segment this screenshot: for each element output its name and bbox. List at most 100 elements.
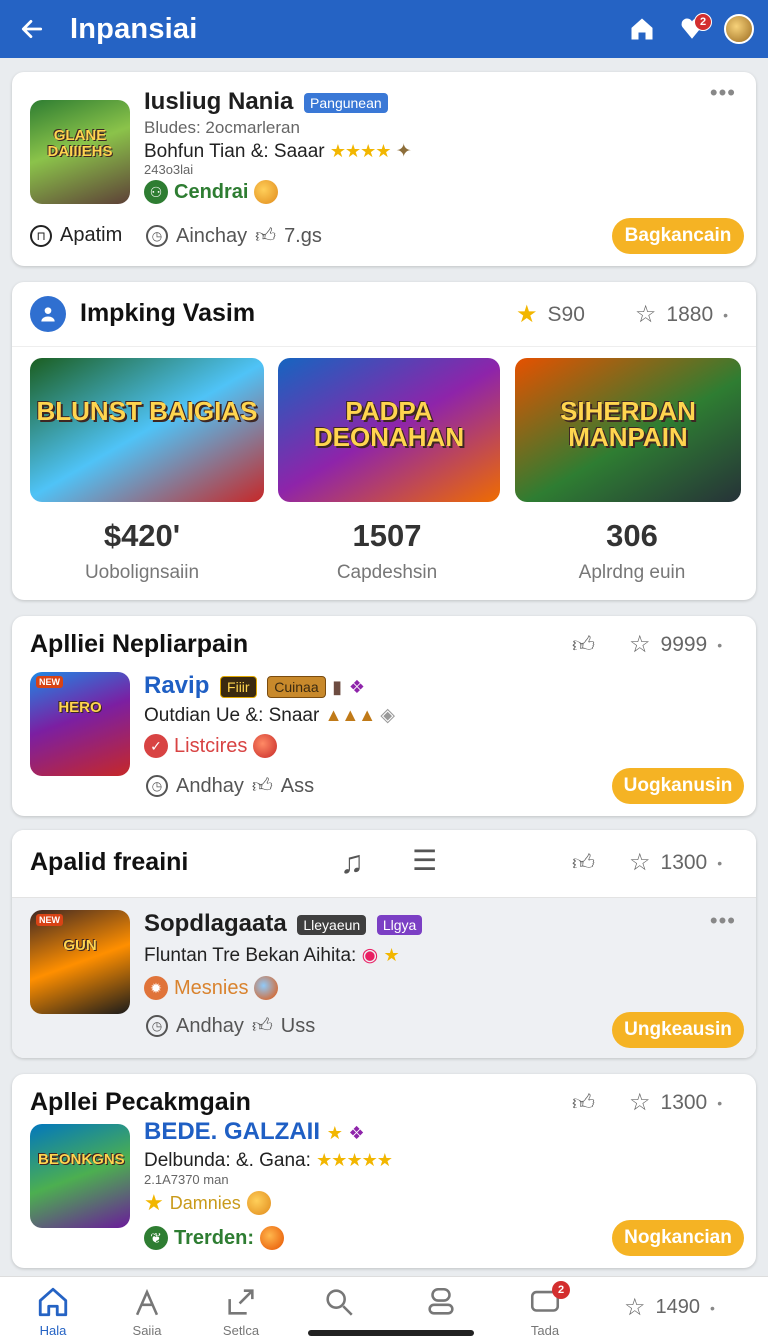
install-button[interactable]: Bagkancain	[612, 218, 744, 254]
app-thumbnail[interactable]: BEONKGNS	[30, 1124, 130, 1228]
app-thumbnail[interactable]: GLANE DAIIIEHS	[30, 100, 130, 204]
rating-triangles-icon: ▲▲▲	[324, 705, 376, 725]
app-name[interactable]: Iusliug Nania Pangunean	[144, 88, 388, 116]
gem-icon: ❖	[348, 1123, 365, 1143]
more-dot-icon[interactable]: •	[717, 637, 722, 653]
more-options-icon[interactable]: •••	[710, 910, 736, 932]
fire-icon: ✹	[144, 976, 168, 1000]
app-card-5[interactable]: Apllei Pecakmgain 👍︎ ☆ 1300 • BEONKGNS B…	[12, 1074, 756, 1268]
star-outline-icon[interactable]: ☆	[635, 300, 657, 329]
meta-label: Ainchay	[176, 224, 248, 247]
home-indicator[interactable]	[308, 1330, 474, 1336]
app-thumbnail[interactable]: NEW HERO	[30, 672, 130, 776]
stat-value: 1880	[666, 302, 714, 326]
category-badge[interactable]: ✓ Listcires	[144, 734, 278, 758]
more-options-icon[interactable]: •••	[710, 82, 736, 104]
rating-stars-icon: ★★★★	[329, 141, 392, 161]
music-note-icon[interactable]: ♫	[340, 844, 364, 881]
tile-art-text: PADPA DEONAHAN	[313, 396, 465, 452]
app-card-3[interactable]: Aplliei Nepliarpain 👍︎ ☆ 9999 • NEW HERO…	[12, 616, 756, 816]
category-badge[interactable]: ✹ Mesnies	[144, 976, 279, 1000]
favorites-button[interactable]: 2	[674, 11, 712, 47]
profile-icon	[428, 1287, 454, 1315]
like-icon[interactable]: 👍︎	[572, 849, 595, 876]
avatar[interactable]	[724, 14, 754, 44]
app-name[interactable]: Ravip Fiiir Cuinaa ▮ ❖	[144, 672, 365, 700]
back-button[interactable]	[14, 11, 50, 47]
stat-value: S90	[547, 302, 585, 326]
app-card-1[interactable]: GLANE DAIIIEHS Iusliug Nania Pangunean B…	[12, 72, 756, 266]
nav-item-home[interactable]: Hala	[8, 1285, 98, 1338]
section-stats: 👍︎ ☆ 1300 •	[572, 848, 722, 877]
badge-damnies[interactable]: ★ Damnies	[144, 1190, 271, 1216]
star-outline-icon[interactable]: ☆	[629, 630, 651, 659]
rating-value: 1300	[660, 1090, 708, 1114]
notification-badge: 2	[694, 13, 712, 31]
star-icon: ★	[383, 945, 399, 965]
nav-item-search[interactable]	[294, 1285, 384, 1319]
divider	[12, 346, 756, 347]
more-dot-icon[interactable]: •	[717, 1095, 722, 1111]
rating-line-text: Fluntan Tre Bekan Aihita:	[144, 945, 357, 966]
featured-label-2: Capdeshsin	[336, 562, 438, 583]
app-card-4[interactable]: Apalid freaini ♫ ☰ 👍︎ ☆ 1300 • NEW GUN S…	[12, 830, 756, 1058]
category-badge[interactable]: ❦ Trerden:	[144, 1226, 285, 1250]
nav-item-share[interactable]: Setlca	[196, 1285, 286, 1338]
app-downloads: 243o3lai	[144, 162, 194, 177]
back-arrow-icon	[21, 20, 43, 38]
badge-tag: Lleyaeun	[297, 914, 367, 935]
game-controller-icon: ⚇	[144, 180, 168, 204]
star-outline-icon[interactable]: ☆	[629, 848, 651, 877]
featured-tile-2[interactable]: PADPA DEONAHAN	[278, 358, 500, 502]
app-thumbnail[interactable]: NEW GUN	[30, 910, 130, 1014]
install-button[interactable]: Uogkanusin	[612, 768, 744, 804]
like-icon[interactable]: 👍︎	[572, 1089, 595, 1116]
nav-item-profile[interactable]	[396, 1285, 486, 1319]
emoji-icon	[254, 976, 279, 1000]
rating-line-text: Bohfun Tian &: Saaar	[144, 141, 325, 162]
app-name[interactable]: BEDE. GALZAII ★ ❖	[144, 1118, 365, 1146]
more-dot-icon[interactable]: •	[723, 307, 728, 323]
tools-icon	[135, 1288, 159, 1316]
category-badge-label: Listcires	[174, 734, 248, 757]
new-badge: NEW	[36, 914, 63, 926]
nav-item-chat[interactable]: 2 Tada	[500, 1281, 590, 1338]
app-name-text: BEDE. GALZAII	[144, 1118, 321, 1145]
list-icon[interactable]: ☰	[412, 844, 437, 877]
category-badge-label: Cendrai	[174, 180, 249, 203]
thumbs-up-icon: 👍︎	[251, 775, 273, 797]
nav-item-tools[interactable]: Saiia	[102, 1285, 192, 1338]
section-title: Impking Vasim	[80, 299, 256, 327]
featured-value-1: $420'	[103, 518, 181, 553]
emoji-icon	[260, 1226, 285, 1250]
section-stats: 👍︎ ☆ 9999 •	[572, 630, 722, 659]
tag-icon: ◈	[380, 705, 395, 726]
candy-icon: ◉	[361, 945, 379, 966]
category-badge[interactable]: ⚇ Cendrai	[144, 180, 279, 204]
featured-tile-1[interactable]: BLUNST BAIGIAS	[30, 358, 264, 502]
more-dot-icon[interactable]: •	[710, 1300, 715, 1316]
app-name[interactable]: Sopdlagaata Lleyaeun Llgya	[144, 910, 423, 938]
app-name-text: Sopdlagaata	[144, 910, 287, 937]
home-button[interactable]	[624, 11, 660, 47]
nav-label: Saiia	[132, 1323, 162, 1338]
install-button[interactable]: Nogkancian	[612, 1220, 744, 1256]
featured-tile-3[interactable]: SIHERDAN MANPAIN	[515, 358, 741, 502]
thumbnail-art-text: HERO	[58, 699, 102, 716]
info-icon: ⊓	[30, 224, 52, 247]
badge-tag: Cuinaa	[267, 675, 326, 698]
clock-icon: ◷	[146, 775, 168, 797]
star-outline-icon[interactable]: ☆	[629, 1088, 651, 1117]
star-sparkle-icon: ★	[516, 301, 538, 328]
more-dot-icon[interactable]: •	[717, 855, 722, 871]
featured-card: Impking Vasim ★ S90 ☆ 1880 • BLUNST BAIG…	[12, 282, 756, 600]
like-icon[interactable]: 👍︎	[572, 631, 595, 658]
section-title: Apalid freaini	[30, 848, 189, 876]
app-downloads: 2.1A7370 man	[144, 1172, 229, 1187]
home-icon	[38, 1287, 68, 1317]
meta-label: Uss	[280, 1014, 316, 1037]
install-button[interactable]: Ungkeausin	[612, 1012, 744, 1048]
star-outline-icon[interactable]: ☆	[624, 1293, 646, 1322]
section-stats: ★ S90 ☆ 1880 •	[516, 300, 728, 329]
checkmark-icon: ✓	[144, 734, 168, 758]
